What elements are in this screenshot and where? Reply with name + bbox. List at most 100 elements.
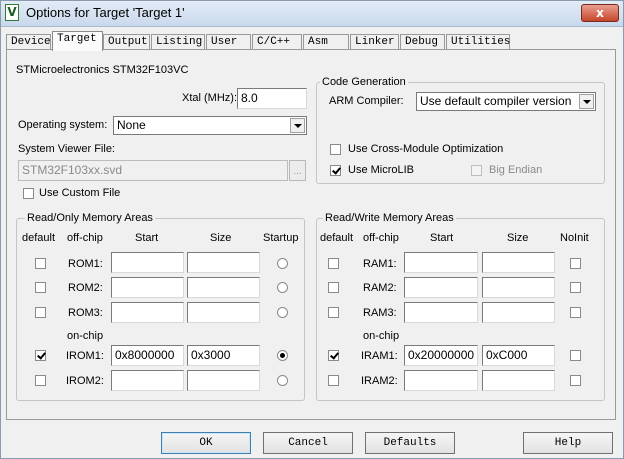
ram2-size-input[interactable] (482, 277, 555, 298)
iram2-label: IRAM2: (361, 375, 398, 387)
iram1-start-input[interactable]: 0x20000000 (404, 345, 478, 366)
ro-onchip-label: on-chip (67, 330, 104, 342)
iram1-default-checkbox[interactable] (328, 350, 339, 361)
xtal-input[interactable]: 8.0 (237, 88, 307, 109)
rom3-start-input[interactable] (111, 302, 184, 323)
tab-debug[interactable]: Debug (400, 34, 445, 50)
rw-header-noinit: NoInit (560, 232, 589, 244)
iram1-size-input[interactable]: 0xC000 (482, 345, 555, 366)
window-title: Options for Target 'Target 1' (26, 5, 185, 20)
big-endian-checkbox[interactable] (471, 165, 482, 176)
tab-cpp[interactable]: C/C++ (252, 34, 302, 50)
irom2-startup-radio[interactable] (277, 375, 288, 386)
rw-header-offchip: off-chip (363, 232, 399, 244)
ram1-default-checkbox[interactable] (328, 258, 339, 269)
ram3-noinit-checkbox[interactable] (570, 307, 581, 318)
irom2-size-input[interactable] (187, 370, 260, 391)
irom1-default-checkbox[interactable] (35, 350, 46, 361)
iram1-noinit-checkbox[interactable] (570, 350, 581, 361)
microlib-label: Use MicroLIB (348, 164, 415, 176)
rom1-startup-radio[interactable] (277, 258, 288, 269)
rom1-start-input[interactable] (111, 252, 184, 273)
ro-header-start: Start (135, 232, 159, 244)
microlib-checkbox[interactable] (330, 165, 341, 176)
rom3-startup-radio[interactable] (277, 307, 288, 318)
tab-output[interactable]: Output (103, 34, 150, 50)
big-endian-label: Big Endian (489, 164, 543, 176)
chevron-down-icon (579, 94, 594, 109)
iram2-size-input[interactable] (482, 370, 555, 391)
cross-module-label: Use Cross-Module Optimization (348, 143, 504, 155)
ram3-default-checkbox[interactable] (328, 307, 339, 318)
irom2-default-checkbox[interactable] (35, 375, 46, 386)
tab-utilities[interactable]: Utilities (446, 34, 510, 50)
rom3-label: ROM3: (68, 307, 103, 319)
ro-memory-title: Read/Only Memory Areas (25, 212, 155, 224)
tab-user[interactable]: User (206, 34, 251, 50)
tab-asm[interactable]: Asm (303, 34, 349, 50)
svd-browse-button[interactable]: ... (289, 160, 306, 181)
ram1-noinit-checkbox[interactable] (570, 258, 581, 269)
ro-header-startup: Startup (263, 232, 299, 244)
ro-header-offchip: off-chip (67, 232, 103, 244)
device-name: STMicroelectronics STM32F103VC (16, 64, 189, 76)
irom1-label: IROM1: (66, 350, 104, 362)
compiler-select-value: Use default compiler version (420, 94, 572, 108)
svd-input[interactable]: STM32F103xx.svd (18, 160, 288, 181)
iram2-start-input[interactable] (404, 370, 478, 391)
ram1-start-input[interactable] (404, 252, 478, 273)
custom-file-label: Use Custom File (39, 187, 121, 199)
rw-header-default: default (320, 232, 354, 244)
ok-button[interactable]: OK (161, 432, 251, 454)
rom2-startup-radio[interactable] (277, 282, 288, 293)
xtal-label: Xtal (MHz): (182, 92, 237, 104)
ram3-size-input[interactable] (482, 302, 555, 323)
ram1-size-input[interactable] (482, 252, 555, 273)
iram2-noinit-checkbox[interactable] (570, 375, 581, 386)
compiler-select[interactable]: Use default compiler version (416, 92, 596, 111)
rom3-default-checkbox[interactable] (35, 307, 46, 318)
tab-device[interactable]: Device (6, 34, 51, 50)
rom2-start-input[interactable] (111, 277, 184, 298)
os-select-value: None (117, 118, 146, 132)
irom1-start-input[interactable]: 0x8000000 (111, 345, 184, 366)
rom1-default-checkbox[interactable] (35, 258, 46, 269)
rw-memory-title: Read/Write Memory Areas (323, 212, 456, 224)
rom1-size-input[interactable] (187, 252, 260, 273)
os-select[interactable]: None (113, 116, 307, 135)
defaults-button[interactable]: Defaults (365, 432, 455, 454)
irom2-start-input[interactable] (111, 370, 184, 391)
irom1-size-input[interactable]: 0x3000 (187, 345, 260, 366)
ram3-start-input[interactable] (404, 302, 478, 323)
keil-app-icon: V (5, 4, 19, 21)
ram2-start-input[interactable] (404, 277, 478, 298)
rom1-label: ROM1: (68, 258, 103, 270)
ram2-noinit-checkbox[interactable] (570, 282, 581, 293)
rom3-size-input[interactable] (187, 302, 260, 323)
close-button[interactable]: x (581, 4, 619, 22)
tab-target[interactable]: Target (52, 31, 103, 51)
ram2-label: RAM2: (363, 282, 397, 294)
ro-header-size: Size (210, 232, 232, 244)
rom2-default-checkbox[interactable] (35, 282, 46, 293)
cancel-button[interactable]: Cancel (263, 432, 353, 454)
ram3-label: RAM3: (363, 307, 397, 319)
tab-bar: Device Target Output Listing User C/C++ … (6, 31, 618, 51)
ram2-default-checkbox[interactable] (328, 282, 339, 293)
iram2-default-checkbox[interactable] (328, 375, 339, 386)
compiler-label: ARM Compiler: (329, 95, 404, 107)
tab-linker[interactable]: Linker (350, 34, 399, 50)
custom-file-checkbox[interactable] (23, 188, 34, 199)
irom1-startup-radio[interactable] (277, 350, 288, 361)
rw-onchip-label: on-chip (363, 330, 400, 342)
rom2-size-input[interactable] (187, 277, 260, 298)
chevron-down-icon (290, 118, 305, 133)
options-dialog: V Options for Target 'Target 1' x Device… (0, 0, 624, 459)
tab-listing[interactable]: Listing (151, 34, 205, 50)
rw-header-start: Start (430, 232, 454, 244)
title-bar[interactable]: V Options for Target 'Target 1' x (1, 1, 623, 27)
rom2-label: ROM2: (68, 282, 103, 294)
target-tab-panel: STMicroelectronics STM32F103VC Xtal (MHz… (6, 49, 616, 420)
cross-module-checkbox[interactable] (330, 144, 341, 155)
help-button[interactable]: Help (523, 432, 613, 454)
